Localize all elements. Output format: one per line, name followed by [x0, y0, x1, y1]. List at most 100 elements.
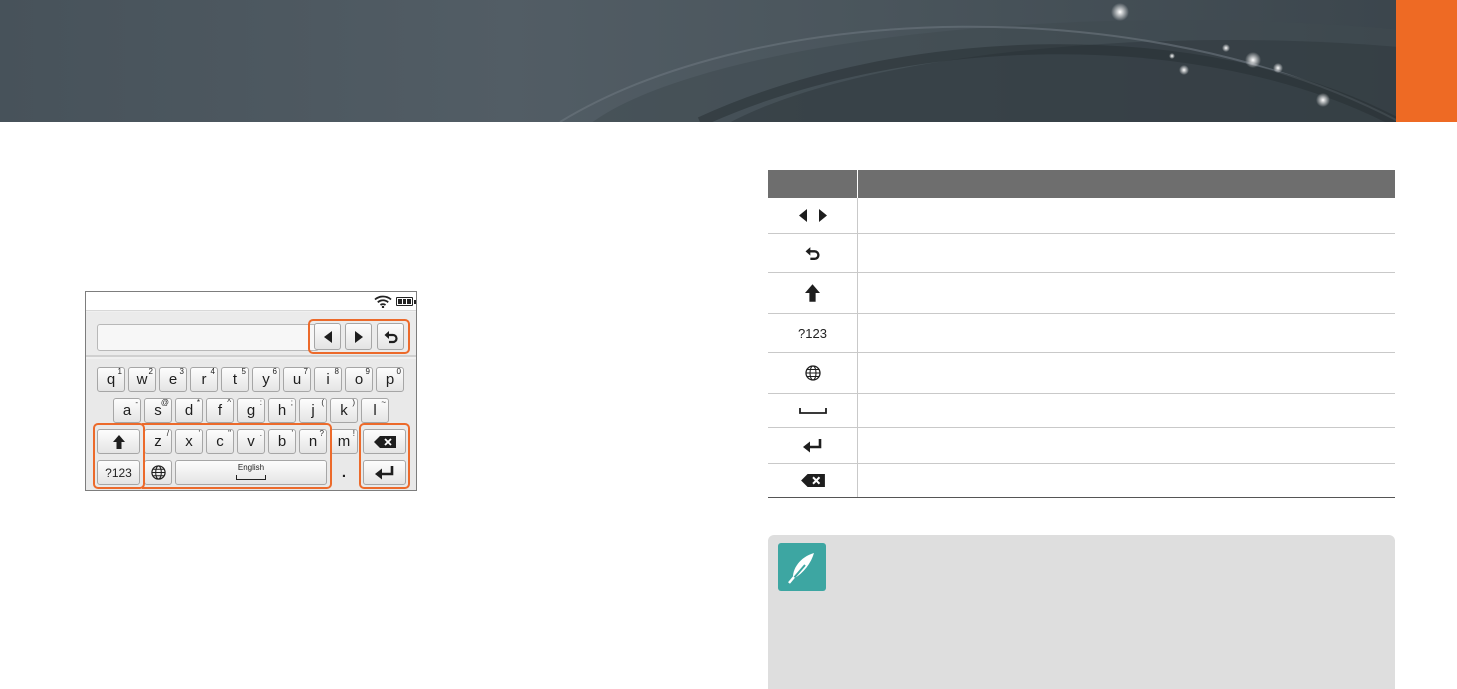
period-key[interactable]: . — [330, 460, 358, 485]
undo-icon — [805, 246, 820, 260]
period-key-label: . — [341, 464, 347, 481]
key-secondary-label: 7 — [303, 367, 308, 376]
key-m[interactable]: m! — [330, 429, 358, 454]
key-label: m — [337, 433, 351, 450]
key-label: d — [184, 402, 194, 419]
table-row — [768, 273, 1395, 314]
table-header — [768, 170, 1395, 198]
note-pen-icon — [778, 543, 826, 591]
key-label: e — [168, 371, 178, 388]
row-description-cell — [858, 273, 1395, 313]
key-y[interactable]: y6 — [252, 367, 280, 392]
key-s[interactable]: s @ — [144, 398, 172, 423]
key-secondary-label: ) — [352, 398, 355, 407]
key-secondary-label: 2 — [148, 367, 153, 376]
row-description-cell — [858, 428, 1395, 463]
row-description-cell — [858, 464, 1395, 497]
key-label: p — [385, 371, 395, 388]
highlight-bottom-keys — [142, 423, 332, 489]
key-secondary-label: ( — [321, 398, 324, 407]
key-secondary-label: - — [135, 398, 138, 407]
note-box — [768, 535, 1395, 689]
key-label: k — [340, 402, 348, 419]
key-secondary-label: 9 — [365, 367, 370, 376]
row-icon-cell — [768, 198, 858, 233]
key-e[interactable]: e3 — [159, 367, 187, 392]
backspace-icon — [800, 474, 825, 487]
table-row — [768, 198, 1395, 234]
text-input-field[interactable] — [97, 324, 319, 351]
battery-icon — [396, 297, 416, 306]
arrow-left-right-icon — [798, 209, 827, 222]
key-l[interactable]: l ~ — [361, 398, 389, 423]
key-secondary-label: 3 — [179, 367, 184, 376]
key-secondary-label: 8 — [334, 367, 339, 376]
row-icon-cell — [768, 428, 858, 463]
manual-page: q1 w2 e3 r4 t5 y6 u7 i8 o9 p0 a- s @ d * f… — [0, 0, 1457, 689]
table-row — [768, 428, 1395, 464]
header-icon-column — [768, 170, 858, 198]
key-k[interactable]: k) — [330, 398, 358, 423]
key-secondary-label: 5 — [241, 367, 246, 376]
header-banner — [0, 0, 1457, 122]
key-label: a — [122, 402, 132, 419]
key-r[interactable]: r4 — [190, 367, 218, 392]
key-secondary-label: 1 — [117, 367, 122, 376]
row-description-cell — [858, 353, 1395, 393]
table-row — [768, 464, 1395, 498]
table-row — [768, 394, 1395, 428]
key-o[interactable]: o9 — [345, 367, 373, 392]
row-icon-cell — [768, 394, 858, 427]
row-description-cell — [858, 234, 1395, 272]
key-secondary-label: ! — [352, 429, 355, 438]
key-label: u — [292, 371, 302, 388]
table-row: ?123 — [768, 314, 1395, 353]
space-icon — [798, 407, 827, 414]
row-description-cell — [858, 198, 1395, 233]
key-label: i — [326, 371, 330, 388]
key-secondary-label: * — [196, 398, 200, 407]
key-w[interactable]: w2 — [128, 367, 156, 392]
key-h[interactable]: h; — [268, 398, 296, 423]
key-g[interactable]: g: — [237, 398, 265, 423]
key-f[interactable]: f ^ — [206, 398, 234, 423]
key-a[interactable]: a- — [113, 398, 141, 423]
table-row — [768, 234, 1395, 273]
key-label: f — [217, 402, 223, 419]
highlight-cursor-keys — [308, 319, 410, 354]
key-i[interactable]: i8 — [314, 367, 342, 392]
key-label: h — [277, 402, 287, 419]
lens-graphic — [559, 3, 1457, 122]
header-description-column — [858, 170, 1395, 198]
row-description-cell — [858, 394, 1395, 427]
enter-icon — [802, 438, 821, 452]
key-secondary-label: ; — [290, 398, 293, 407]
row-icon-cell — [768, 273, 858, 313]
key-label: l — [373, 402, 377, 419]
key-description-table: ?123 — [768, 170, 1395, 498]
highlight-shift-mode — [93, 423, 145, 489]
key-j[interactable]: j( — [299, 398, 327, 423]
highlight-edit-keys — [359, 423, 410, 489]
status-bar — [86, 292, 416, 311]
key-label: g — [246, 402, 256, 419]
key-q[interactable]: q1 — [97, 367, 125, 392]
key-label: w — [136, 371, 148, 388]
key-p[interactable]: p0 — [376, 367, 404, 392]
row-icon-cell — [768, 234, 858, 272]
key-d[interactable]: d * — [175, 398, 203, 423]
key-secondary-label: 0 — [396, 367, 401, 376]
chapter-tab — [1396, 0, 1457, 122]
text-input-row — [86, 312, 416, 357]
key-label: j — [311, 402, 315, 419]
row-icon-cell — [768, 464, 858, 497]
row-description-cell — [858, 314, 1395, 352]
key-area: q1 w2 e3 r4 t5 y6 u7 i8 o9 p0 a- s @ d * f… — [86, 359, 416, 490]
keyboard-screen: q1 w2 e3 r4 t5 y6 u7 i8 o9 p0 a- s @ d * f… — [85, 291, 417, 491]
key-u[interactable]: u7 — [283, 367, 311, 392]
row-mode-label: ?123 — [768, 314, 858, 352]
key-label: r — [201, 371, 207, 388]
key-secondary-label: 6 — [272, 367, 277, 376]
key-t[interactable]: t5 — [221, 367, 249, 392]
key-secondary-label: @ — [160, 398, 169, 407]
